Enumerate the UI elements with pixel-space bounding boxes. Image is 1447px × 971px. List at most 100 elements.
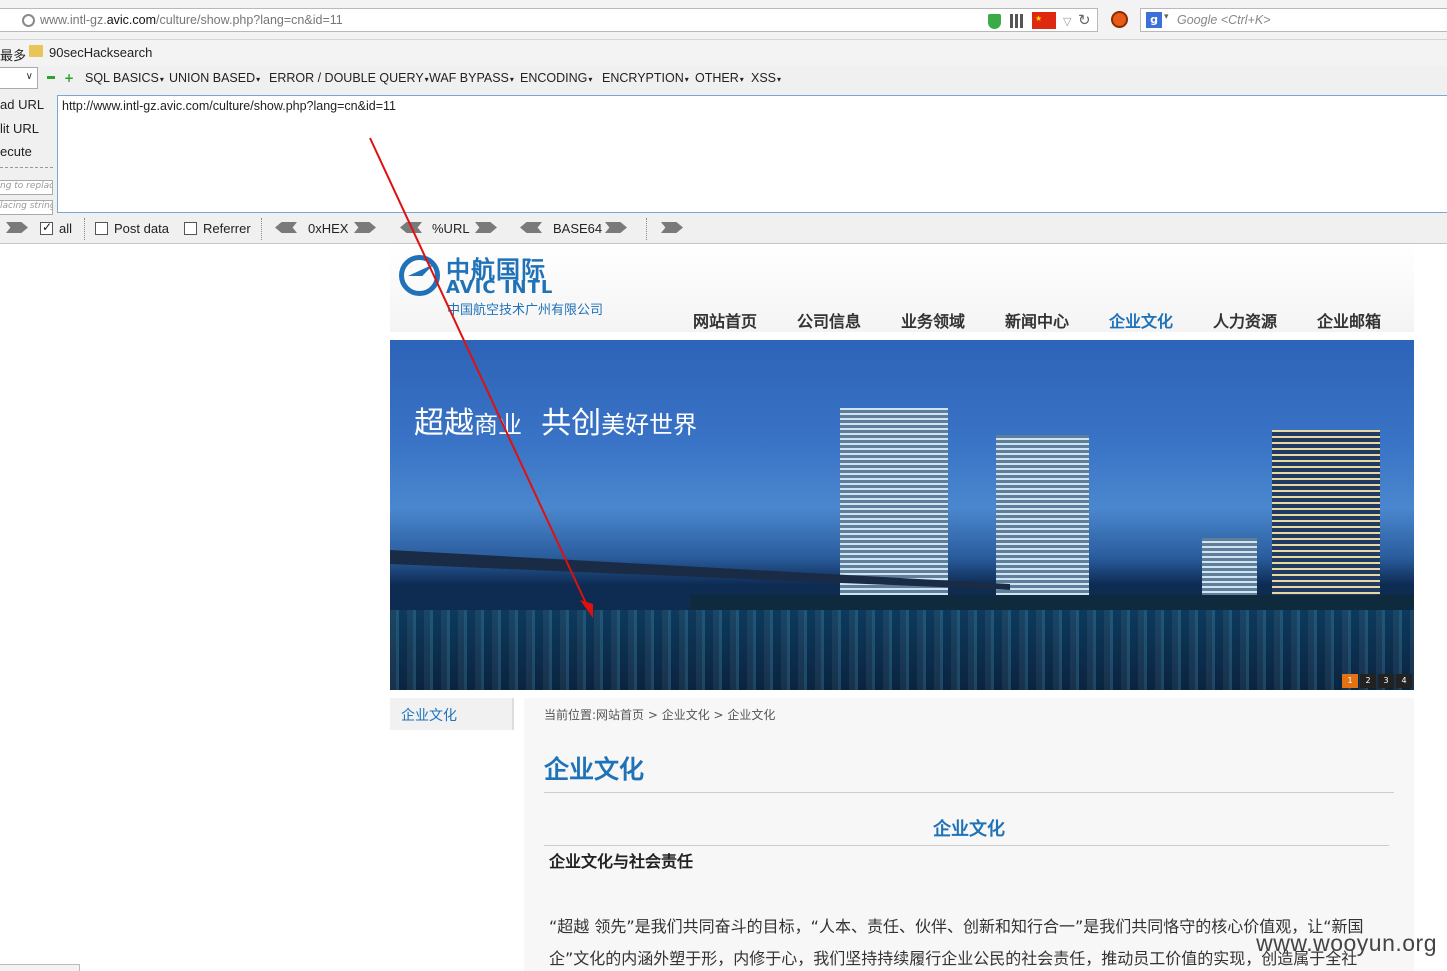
section-heading: 企业文化与社会责任 [549,852,694,871]
site-info-icon[interactable] [22,14,35,27]
base64-decode-icon[interactable] [520,222,542,233]
sidebar-item-culture[interactable]: 企业文化 [401,705,457,725]
hex-decode-icon[interactable] [275,222,297,233]
find-string-input[interactable]: ng to replac [0,180,53,195]
url-textarea[interactable]: http://www.intl-gz.avic.com/culture/show… [57,95,1447,213]
search-engine-dropdown-icon[interactable]: ▾ [1164,12,1169,22]
url-encode-icon[interactable] [475,222,497,233]
qr-code-icon[interactable] [1010,14,1024,28]
slide-indicators: 1234 [1340,672,1412,688]
url-path: /culture/show.php?lang=cn&id=11 [156,13,343,27]
avic-logo-icon[interactable] [399,255,440,296]
bookmarks-toolbar: 最多 90secHacksearch [0,40,1447,66]
adblock-icon[interactable] [1111,11,1128,28]
slide-dot[interactable]: 4 [1396,674,1412,688]
security-shield-icon[interactable] [988,14,1001,29]
hackbar-options: all Post data Referrer 0xHEX %URL BASE64 [0,216,1447,242]
bookmark-most-visited[interactable]: 最多 [0,45,26,64]
divider [544,845,1389,846]
china-flag-icon[interactable]: ★ [1032,12,1056,29]
browser-toolbar: www.intl-gz.avic.com/culture/show.php?la… [0,0,1447,40]
divider [646,218,647,240]
nav-news[interactable]: 新闻中心 [1005,308,1069,332]
arrow-right-icon[interactable] [6,222,28,233]
base64-label: BASE64 [553,221,603,236]
hex-encode-icon[interactable] [354,222,376,233]
base64-encode-icon[interactable] [605,222,627,233]
split-url-button[interactable]: lit URL [0,121,39,136]
status-strip [0,964,80,971]
menu-encoding[interactable]: ENCODING [520,71,592,85]
banner-slogan: 超越商业 共创美好世界 [414,398,697,442]
divider [544,792,1394,793]
increase-icon[interactable]: + [64,72,74,84]
page-title: 企业文化 [544,755,645,784]
reload-icon[interactable]: ↻ [1078,11,1091,29]
post-data-checkbox[interactable] [95,222,108,235]
url-textarea-value: http://www.intl-gz.avic.com/culture/show… [62,99,396,113]
nav-business[interactable]: 业务领域 [901,308,965,332]
url-prefix: www.intl-gz. [40,13,107,27]
execute-button[interactable]: ecute [0,144,32,159]
breadcrumb: 当前位置:网站首页 > 企业文化 > 企业文化 [544,708,776,722]
slogan-part: 商业 [474,411,522,439]
divider [0,167,53,168]
bookmark-item[interactable]: 90secHacksearch [49,45,152,60]
nav-company-info[interactable]: 公司信息 [797,308,861,332]
menu-error-double-query[interactable]: ERROR / DOUBLE QUERY [269,71,429,85]
slogan-part: 超越 [414,406,474,441]
folder-icon [29,45,43,57]
history-dropdown-icon[interactable]: ▽ [1063,15,1071,28]
menu-encryption[interactable]: ENCRYPTION [602,71,689,85]
menu-xss[interactable]: XSS [751,71,781,85]
slogan-part: 共创 [541,406,602,441]
menu-union-based[interactable]: UNION BASED [169,71,260,85]
all-checkbox[interactable] [40,220,53,235]
hero-banner: 超越商业 共创美好世界 1234 [390,340,1414,690]
search-box[interactable]: g ▾ Google <Ctrl+K> [1140,8,1447,32]
nav-home[interactable]: 网站首页 [693,308,757,332]
chevron-down-icon: ∨ [25,71,33,82]
referrer-label: Referrer [203,221,251,236]
address-bar[interactable]: www.intl-gz.avic.com/culture/show.php?la… [0,8,1098,32]
url-label: %URL [432,221,470,236]
load-url-button[interactable]: ad URL [0,97,44,112]
search-placeholder: Google <Ctrl+K> [1177,13,1271,27]
divider [84,218,85,240]
article-title: 企业文化 [933,819,1005,840]
hackbar-panel: ∨ + SQL BASICS UNION BASED ERROR / DOUBL… [0,66,1447,244]
strip-spaces-icon[interactable] [661,222,683,233]
logo-en[interactable]: AVIC INTL [446,277,553,298]
river-image [390,610,1414,690]
menu-other[interactable]: OTHER [695,71,744,85]
nav-culture[interactable]: 企业文化 [1109,308,1173,332]
sidebar-menu: 企业文化 [390,698,514,730]
replace-string-input[interactable]: lacing string [0,200,53,215]
hex-label: 0xHEX [308,221,349,236]
hackbar-select[interactable]: ∨ [0,67,38,89]
slide-dot[interactable]: 3 [1378,674,1394,688]
menu-waf-bypass[interactable]: WAF BYPASS [429,71,514,85]
building-image [996,435,1089,600]
url-decode-icon[interactable] [400,222,422,233]
address-url[interactable]: www.intl-gz.avic.com/culture/show.php?la… [40,13,343,27]
url-domain: avic.com [106,13,157,27]
slide-dot[interactable]: 2 [1360,674,1376,688]
slide-dot[interactable]: 1 [1342,674,1358,688]
all-label: all [59,221,73,236]
menu-sql-basics[interactable]: SQL BASICS [85,71,164,85]
watermark-text: www.wooyun.org [1256,930,1437,956]
referrer-checkbox[interactable] [184,222,197,235]
site-header: 中航国际 AVIC INTL 中国航空技术广州有限公司 网站首页 公司信息 业务… [390,244,1414,332]
divider [261,218,262,240]
post-data-label: Post data [114,221,169,236]
building-image [1202,538,1257,598]
slogan-part: 美好世界 [601,411,698,439]
building-image [840,408,948,600]
google-icon[interactable]: g [1146,12,1162,28]
building-image [1272,430,1380,600]
logo-subtitle: 中国航空技术广州有限公司 [447,303,604,318]
decrease-icon[interactable] [47,76,55,79]
nav-hr[interactable]: 人力资源 [1213,308,1277,332]
nav-mail[interactable]: 企业邮箱 [1317,308,1381,332]
